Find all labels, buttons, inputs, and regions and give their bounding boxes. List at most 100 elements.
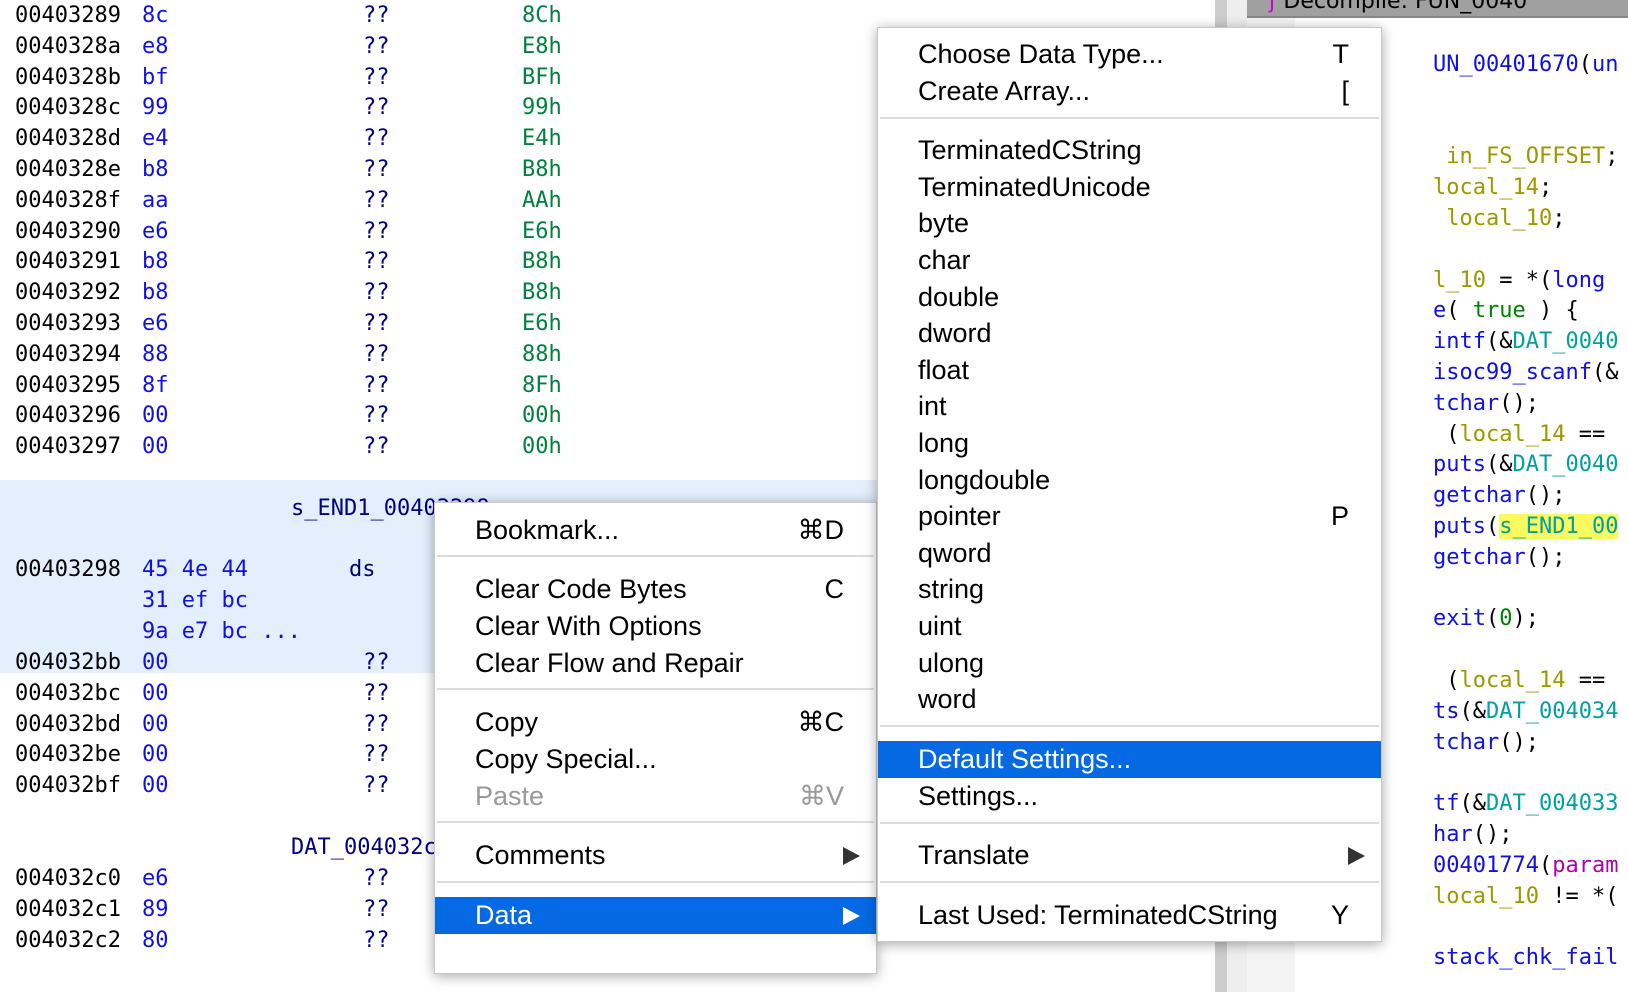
- code-token[interactable]: har: [1433, 822, 1473, 847]
- code-token[interactable]: != *(: [1539, 884, 1618, 909]
- code-token[interactable]: ();: [1526, 483, 1566, 508]
- menu-item-bookmark[interactable]: Bookmark... ⌘D: [435, 512, 876, 549]
- code-token[interactable]: ts: [1433, 699, 1460, 724]
- code-token[interactable]: = *(: [1486, 268, 1552, 293]
- code-token[interactable]: (: [1446, 298, 1473, 323]
- code-line[interactable]: local_10 != *(: [1433, 881, 1618, 912]
- menu-item-qword[interactable]: qword: [878, 535, 1381, 572]
- menu-item-create-array[interactable]: Create Array... [: [878, 73, 1381, 110]
- menu-item-data[interactable]: Data: [435, 897, 876, 934]
- code-token[interactable]: 00401774: [1433, 853, 1539, 878]
- code-token[interactable]: tchar: [1433, 730, 1499, 755]
- menu-item-uint[interactable]: uint: [878, 608, 1381, 645]
- code-token[interactable]: (: [1486, 606, 1499, 631]
- code-line[interactable]: UN_00401670(un: [1433, 49, 1618, 80]
- menu-item-long[interactable]: long: [878, 425, 1381, 462]
- menu-item-string[interactable]: string: [878, 571, 1381, 608]
- code-token[interactable]: isoc99_scanf: [1433, 360, 1592, 385]
- code-token[interactable]: ();: [1499, 391, 1539, 416]
- code-token[interactable]: (&: [1486, 452, 1513, 477]
- code-token[interactable]: long: [1552, 268, 1605, 293]
- menu-item-clear-flow-and-repair[interactable]: Clear Flow and Repair: [435, 645, 876, 682]
- code-line[interactable]: l_10 = *(long: [1433, 265, 1605, 296]
- code-line[interactable]: tchar();: [1433, 388, 1539, 419]
- menu-item-clear-code-bytes[interactable]: Clear Code Bytes C: [435, 571, 876, 608]
- code-line[interactable]: har();: [1433, 819, 1513, 850]
- code-token[interactable]: local_14: [1460, 422, 1566, 447]
- code-token[interactable]: DAT_0040: [1512, 452, 1618, 477]
- code-token[interactable]: un: [1592, 52, 1619, 77]
- menu-item-longdouble[interactable]: longdouble: [878, 462, 1381, 499]
- menu-item-translate[interactable]: Translate: [878, 837, 1381, 874]
- menu-item-ulong[interactable]: ulong: [878, 645, 1381, 682]
- code-line[interactable]: tf(&DAT_004033: [1433, 788, 1618, 819]
- code-token[interactable]: DAT_004034: [1486, 699, 1618, 724]
- code-token[interactable]: s_END1_00: [1499, 514, 1619, 539]
- menu-item-dword[interactable]: dword: [878, 315, 1381, 352]
- code-line[interactable]: ts(&DAT_004034: [1433, 696, 1618, 727]
- menu-item-clear-with-options[interactable]: Clear With Options: [435, 608, 876, 645]
- code-token[interactable]: in_FS_OFFSET: [1433, 144, 1605, 169]
- code-token[interactable]: ;: [1539, 175, 1552, 200]
- code-token[interactable]: (&: [1460, 699, 1487, 724]
- code-line[interactable]: stack_chk_fail: [1433, 942, 1618, 973]
- code-line[interactable]: getchar();: [1433, 480, 1565, 511]
- menu-item-terminatedunicode[interactable]: TerminatedUnicode: [878, 169, 1381, 206]
- code-token[interactable]: );: [1512, 606, 1539, 631]
- menu-item-float[interactable]: float: [878, 352, 1381, 389]
- code-token[interactable]: ;: [1552, 206, 1565, 231]
- menu-item-copy-special[interactable]: Copy Special...: [435, 741, 876, 778]
- menu-item-char[interactable]: char: [878, 242, 1381, 279]
- code-token[interactable]: (&: [1460, 791, 1487, 816]
- code-line[interactable]: puts(&DAT_0040: [1433, 449, 1618, 480]
- menu-item-comments[interactable]: Comments: [435, 837, 876, 874]
- code-token[interactable]: 0: [1499, 606, 1512, 631]
- code-line[interactable]: in_FS_OFFSET;: [1433, 141, 1618, 172]
- code-line[interactable]: (local_14 ==: [1433, 665, 1605, 696]
- code-line[interactable]: local_14;: [1433, 172, 1552, 203]
- code-token[interactable]: ) {: [1526, 298, 1579, 323]
- menu-item-int[interactable]: int: [878, 388, 1381, 425]
- menu-item-default-settings[interactable]: Default Settings...: [878, 741, 1381, 778]
- code-token[interactable]: puts: [1433, 514, 1486, 539]
- code-token[interactable]: local_10: [1433, 884, 1539, 909]
- code-token[interactable]: (: [1486, 514, 1499, 539]
- code-line[interactable]: local_10;: [1433, 203, 1565, 234]
- code-token[interactable]: (: [1433, 422, 1459, 447]
- code-line[interactable]: e( true ) {: [1433, 295, 1579, 326]
- code-token[interactable]: l_10: [1433, 268, 1486, 293]
- code-line[interactable]: intf(&DAT_0040: [1433, 326, 1618, 357]
- code-token[interactable]: local_14: [1433, 175, 1539, 200]
- code-line[interactable]: exit(0);: [1433, 603, 1539, 634]
- code-token[interactable]: param: [1552, 853, 1618, 878]
- code-token[interactable]: true: [1473, 298, 1526, 323]
- code-token[interactable]: intf: [1433, 329, 1486, 354]
- menu-item-double[interactable]: double: [878, 279, 1381, 316]
- menu-item-word[interactable]: word: [878, 681, 1381, 718]
- menu-item-settings[interactable]: Settings...: [878, 778, 1381, 815]
- menu-item-byte[interactable]: byte: [878, 205, 1381, 242]
- code-token[interactable]: tf: [1433, 791, 1460, 816]
- code-token[interactable]: UN_00401670: [1433, 52, 1579, 77]
- code-line[interactable]: 00401774(param: [1433, 850, 1618, 881]
- code-token[interactable]: ==: [1565, 668, 1606, 693]
- menu-item-choose-data-type[interactable]: Choose Data Type... T: [878, 36, 1381, 73]
- code-token[interactable]: (&: [1486, 329, 1513, 354]
- menu-item-last-used-terminatedcstring[interactable]: Last Used: TerminatedCString Y: [878, 897, 1381, 934]
- code-line[interactable]: getchar();: [1433, 542, 1565, 573]
- code-token[interactable]: puts: [1433, 452, 1486, 477]
- code-token[interactable]: stack_chk_fail: [1433, 945, 1618, 970]
- code-token[interactable]: ();: [1473, 822, 1513, 847]
- code-token[interactable]: local_10: [1433, 206, 1552, 231]
- code-token[interactable]: local_14: [1460, 668, 1566, 693]
- code-token[interactable]: getchar: [1433, 545, 1526, 570]
- code-token[interactable]: (: [1579, 52, 1592, 77]
- code-line[interactable]: tchar();: [1433, 727, 1539, 758]
- menu-item-terminatedcstring[interactable]: TerminatedCString: [878, 132, 1381, 169]
- menu-item-pointer[interactable]: pointer P: [878, 498, 1381, 535]
- code-token[interactable]: ();: [1526, 545, 1566, 570]
- code-token[interactable]: ==: [1565, 422, 1606, 447]
- code-token[interactable]: e: [1433, 298, 1446, 323]
- label-dat[interactable]: DAT_004032c0: [291, 832, 450, 863]
- code-token[interactable]: tchar: [1433, 391, 1499, 416]
